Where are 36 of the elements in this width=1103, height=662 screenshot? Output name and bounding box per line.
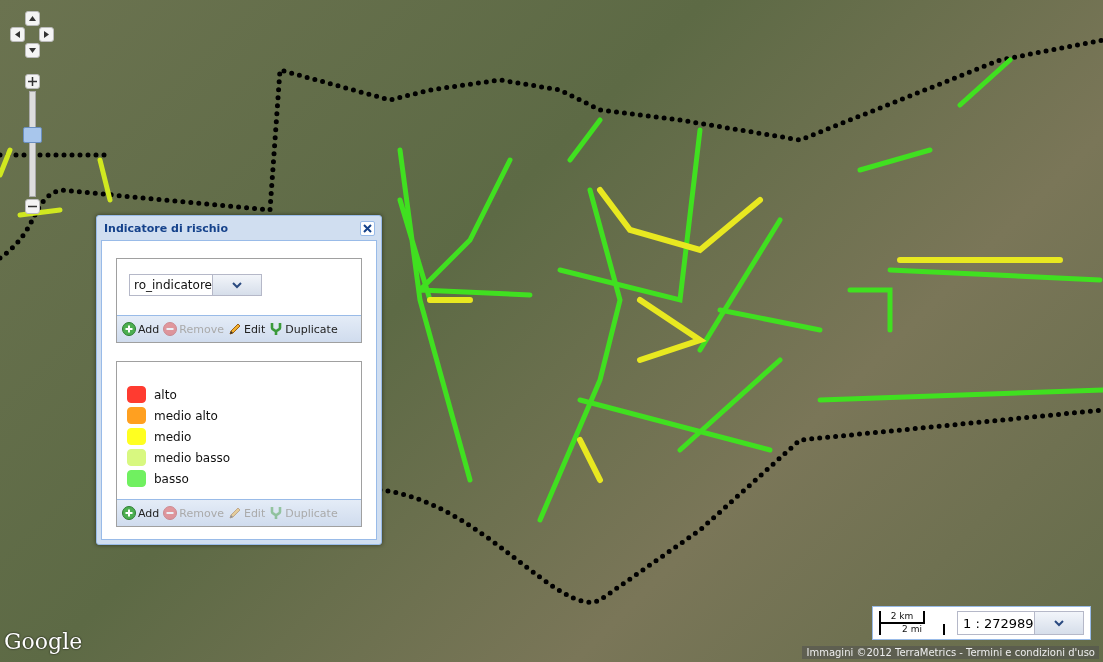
duplicate-button[interactable]: Duplicate (268, 320, 339, 338)
scale-dropdown[interactable]: 1 : 272989 (957, 611, 1084, 635)
add-button[interactable]: Add (121, 504, 161, 522)
legend-label: basso (154, 471, 189, 486)
add-icon (122, 322, 136, 336)
legend-label: medio basso (154, 450, 230, 465)
legend-label: medio alto (154, 408, 218, 423)
map-logo: Google (4, 629, 83, 654)
scale-bar-mi: 2 mi (879, 624, 945, 635)
add-button[interactable]: Add (121, 320, 161, 338)
scale-bar-km: 2 km (879, 611, 925, 624)
pencil-icon (227, 506, 242, 520)
pan-right-icon (42, 30, 51, 39)
caret-icon (231, 281, 242, 289)
zoom-slider[interactable] (22, 91, 42, 197)
pan-right-button[interactable] (39, 27, 54, 42)
pencil-icon (227, 322, 242, 336)
pan-left-icon (13, 30, 22, 39)
legend-label: alto (154, 387, 177, 402)
fork-icon (269, 322, 284, 336)
attribution-text: Immagini ©2012 TerraMetrics - Termini e condizioni d'uso (802, 646, 1099, 659)
caret-icon (1053, 619, 1064, 627)
close-button[interactable] (360, 221, 375, 236)
pan-down-icon (27, 46, 37, 55)
fork-icon (269, 506, 284, 520)
add-icon (122, 506, 136, 520)
zoom-in-icon (27, 77, 37, 86)
close-icon (361, 222, 374, 235)
layer-dropdown[interactable]: ro_indicatore (129, 274, 262, 296)
remove-icon (163, 322, 178, 336)
edit-button[interactable]: Edit (226, 320, 267, 338)
pan-left-button[interactable] (10, 27, 25, 42)
remove-icon (163, 506, 178, 520)
legend-label: medio (154, 429, 192, 444)
pan-up-icon (27, 14, 37, 23)
panel-title: Indicatore di rischio (104, 222, 228, 235)
